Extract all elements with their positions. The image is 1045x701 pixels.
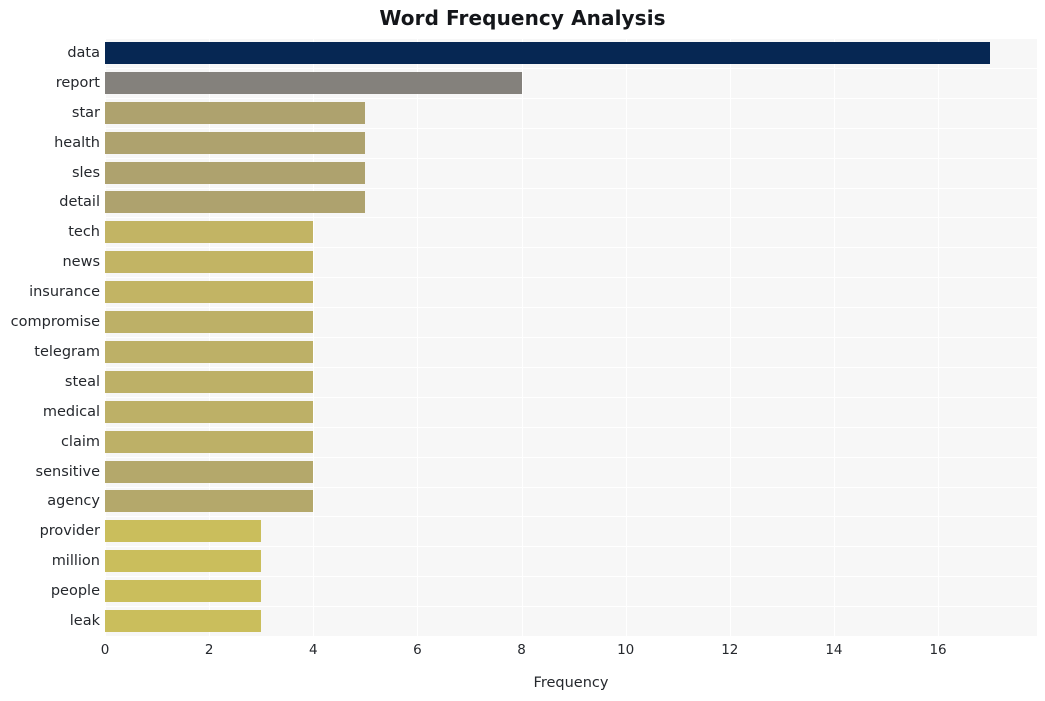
- y-axis-label-health: health: [54, 134, 100, 151]
- gridline-horizontal: [105, 606, 1037, 607]
- gridline-horizontal: [105, 128, 1037, 129]
- y-axis-label-detail: detail: [59, 194, 100, 211]
- y-axis-label-telegram: telegram: [34, 343, 100, 360]
- gridline-horizontal: [105, 546, 1037, 547]
- y-axis-label-provider: provider: [39, 523, 100, 540]
- y-axis-label-people: people: [50, 583, 100, 600]
- bar-tech: [105, 221, 314, 244]
- bar-news: [105, 251, 314, 274]
- bar-agency: [105, 490, 314, 513]
- gridline-horizontal: [105, 636, 1037, 637]
- bar-people: [105, 580, 262, 603]
- bar-sensitive: [105, 460, 314, 483]
- y-axis-label-agency: agency: [47, 493, 100, 510]
- word-frequency-chart-figure: Word Frequency Analysis data report star he…: [0, 0, 1045, 701]
- y-axis-label-tech: tech: [68, 224, 100, 241]
- gridline-horizontal: [105, 68, 1037, 69]
- y-axis-label-medical: medical: [42, 403, 100, 420]
- gridline-horizontal: [105, 367, 1037, 368]
- gridline-horizontal: [105, 158, 1037, 159]
- bar-insurance: [105, 281, 314, 304]
- bar-medical: [105, 400, 314, 423]
- x-axis-tick-14: 14: [825, 642, 843, 658]
- x-axis-tick-4: 4: [308, 642, 318, 658]
- y-axis-label-star: star: [71, 104, 100, 121]
- y-axis-label-compromise: compromise: [10, 314, 100, 331]
- gridline-horizontal: [105, 576, 1037, 577]
- gridline-horizontal: [105, 457, 1037, 458]
- bar-compromise: [105, 311, 314, 334]
- gridline-horizontal: [105, 217, 1037, 218]
- bar-telegram: [105, 340, 314, 363]
- y-axis-label-steal: steal: [64, 373, 100, 390]
- x-axis-tick-8: 8: [517, 642, 526, 658]
- bar-data: [105, 41, 991, 64]
- gridline-horizontal: [105, 98, 1037, 99]
- x-axis-tick-12: 12: [721, 642, 739, 658]
- gridline-horizontal: [105, 487, 1037, 488]
- gridline-horizontal: [105, 397, 1037, 398]
- gridline-horizontal: [105, 337, 1037, 338]
- x-axis-tick-16: 16: [929, 642, 947, 658]
- gridline-horizontal: [105, 188, 1037, 189]
- y-axis-label-sles: sles: [71, 164, 100, 181]
- gridline-horizontal: [105, 516, 1037, 517]
- bar-leak: [105, 610, 262, 633]
- y-axis-label-report: report: [55, 74, 100, 91]
- y-axis-label-data: data: [67, 44, 100, 61]
- y-axis-label-news: news: [62, 254, 100, 271]
- y-axis-label-sensitive: sensitive: [35, 463, 100, 480]
- gridline-horizontal: [105, 277, 1037, 278]
- bar-provider: [105, 520, 262, 543]
- x-axis-label: Frequency: [533, 675, 609, 691]
- y-axis-label-leak: leak: [69, 613, 100, 630]
- bar-health: [105, 131, 366, 154]
- chart-title: Word Frequency Analysis: [379, 6, 666, 30]
- x-axis-tick-10: 10: [617, 642, 635, 658]
- gridline-horizontal: [105, 247, 1037, 248]
- gridline-horizontal: [105, 427, 1037, 428]
- bar-star: [105, 101, 366, 124]
- gridline-horizontal: [105, 38, 1037, 39]
- bar-claim: [105, 430, 314, 453]
- bar-steal: [105, 370, 314, 393]
- x-axis-tick-2: 2: [204, 642, 214, 658]
- y-axis-tick-labels: data report star health sles detail tech news in…: [0, 38, 100, 636]
- y-axis-label-insurance: insurance: [29, 284, 100, 301]
- plot-area: data report star health sles detail tech news in…: [11, 38, 1037, 691]
- bar-report: [105, 71, 522, 94]
- y-axis-label-million: million: [51, 553, 100, 570]
- bar-detail: [105, 191, 366, 214]
- bar-million: [105, 550, 262, 573]
- y-axis-label-claim: claim: [60, 433, 100, 450]
- gridline-horizontal: [105, 307, 1037, 308]
- x-axis-tick-0: 0: [100, 642, 110, 658]
- bar-sles: [105, 161, 366, 184]
- x-axis-tick-6: 6: [413, 642, 422, 658]
